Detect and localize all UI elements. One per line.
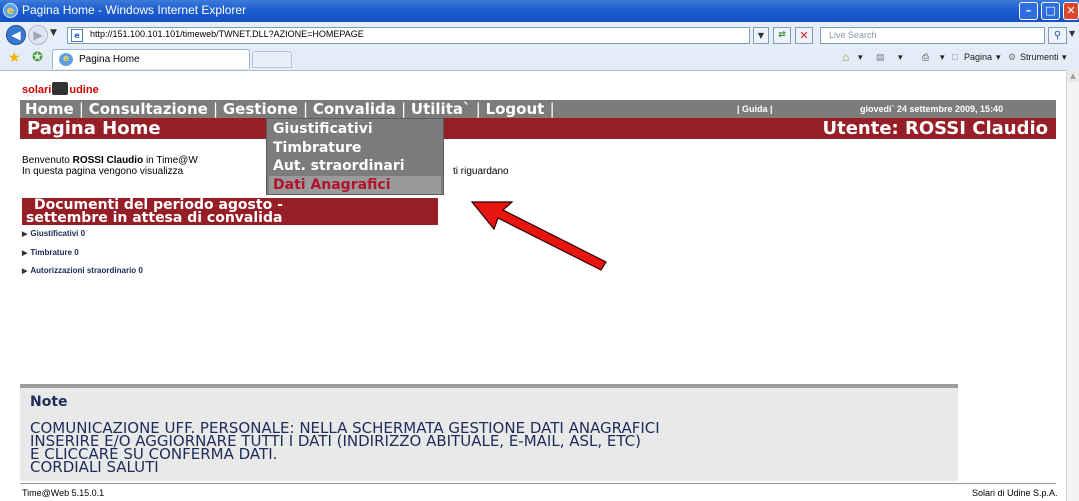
search-input[interactable]: Live Search [820, 27, 1045, 44]
note-body: COMUNICAZIONE UFF. PERSONALE: NELLA SCHE… [30, 419, 660, 476]
favorites-star-icon[interactable]: ★ [8, 50, 21, 66]
gear-icon: ⚙ [1008, 52, 1017, 62]
user-label: Utente: ROSSI Claudio [822, 118, 1048, 139]
welcome-text-line2: In questa pagina vengono visualizza [22, 166, 184, 177]
pending-documents-header: Documenti del periodo agosto - settembre… [22, 198, 438, 225]
new-tab-button[interactable] [252, 51, 292, 68]
address-bar[interactable]: e http://151.100.101.101/timeweb/TWNET.D… [67, 27, 750, 44]
vertical-scrollbar[interactable] [1066, 70, 1079, 501]
forward-button[interactable]: ▶ [28, 25, 48, 45]
menu-consultazione[interactable]: Consultazione [89, 100, 208, 118]
history-dropdown-icon[interactable]: ▼ [50, 28, 57, 38]
menu-logout[interactable]: Logout [486, 100, 545, 118]
address-dropdown-icon[interactable]: ▼ [753, 27, 769, 44]
footer-version: Time@Web 5.15.0.1 [22, 488, 105, 498]
tab-label: Pagina Home [79, 54, 140, 65]
link-giustificativi[interactable]: ▶ Giustificativi 0 [22, 229, 85, 238]
menu-convalida[interactable]: Convalida [313, 100, 396, 118]
menu-home[interactable]: Home [25, 100, 74, 118]
page-dropdown-icon[interactable]: ▾ [996, 52, 1001, 63]
triangle-right-icon: ▶ [22, 231, 28, 238]
red-arrow-annotation [470, 201, 607, 271]
note-box: Note COMUNICAZIONE UFF. PERSONALE: NELLA… [20, 388, 958, 481]
footer-divider [20, 483, 1056, 484]
triangle-right-icon: ▶ [22, 250, 28, 257]
print-dropdown-icon[interactable]: ▾ [940, 52, 945, 63]
close-button[interactable]: ✕ [1063, 2, 1079, 20]
link-autorizzazioni-straordinario[interactable]: ▶ Autorizzazioni straordinario 0 [22, 266, 143, 275]
page-header: Pagina Home Utente: ROSSI Claudio [20, 118, 1056, 139]
add-favorite-icon[interactable]: ✪ [32, 50, 43, 65]
address-url: http://151.100.101.101/timeweb/TWNET.DLL… [90, 29, 364, 39]
gestione-dropdown-menu: Giustificativi Timbrature Aut. straordin… [266, 118, 444, 195]
pending-documents-title-2: settembre in attesa di convalida [26, 210, 283, 226]
ie-logo-icon: e [3, 3, 18, 18]
back-button[interactable]: ◀ [6, 25, 26, 45]
search-dropdown-icon[interactable]: ▼ [1069, 29, 1075, 38]
refresh-button[interactable]: ⇄ [773, 27, 791, 44]
page-menu-icon: □ [952, 52, 958, 62]
maximize-button[interactable]: □ [1041, 2, 1060, 20]
scroll-up-icon[interactable]: ▲ [1067, 70, 1079, 82]
dropdown-item-giustificativi[interactable]: Giustificativi [273, 120, 373, 138]
menu-items: Home | Consultazione | Gestione | Conval… [25, 100, 555, 118]
dropdown-item-timbrature[interactable]: Timbrature [273, 139, 361, 157]
search-icon[interactable]: ⚲ [1048, 27, 1067, 44]
guida-link[interactable]: | Guida | [737, 104, 773, 114]
page-menu[interactable]: Pagina [964, 52, 992, 62]
link-timbrature[interactable]: ▶ Timbrature 0 [22, 248, 79, 257]
tab-pagina-home[interactable]: e Pagina Home [52, 49, 250, 69]
tools-menu[interactable]: Strumenti [1020, 52, 1059, 62]
window-title-bar[interactable]: e Pagina Home - Windows Internet Explore… [0, 0, 1079, 22]
feeds-icon[interactable]: ▤ [876, 52, 885, 63]
note-title: Note [30, 394, 68, 410]
date-time: giovedi` 24 settembre 2009, 15:40 [860, 104, 1004, 114]
feeds-dropdown-icon[interactable]: ▾ [898, 52, 903, 63]
minimize-button[interactable]: – [1019, 2, 1038, 20]
welcome-text: Benvenuto ROSSI Claudio in Time@W [22, 155, 198, 166]
triangle-right-icon: ▶ [22, 268, 28, 275]
menu-utilita[interactable]: Utilita` [411, 100, 471, 118]
page-icon: e [71, 29, 83, 42]
home-icon[interactable]: ⌂ [842, 50, 849, 64]
print-icon[interactable]: ⎙ [922, 52, 929, 63]
window-title: Pagina Home - Windows Internet Explorer [22, 3, 247, 17]
dropdown-item-aut-straordinari[interactable]: Aut. straordinari [273, 157, 405, 175]
tools-dropdown-icon[interactable]: ▾ [1062, 52, 1067, 63]
home-dropdown-icon[interactable]: ▾ [858, 52, 863, 63]
welcome-text-tail: ti riguardano [453, 166, 509, 177]
logo-icon [52, 82, 69, 95]
ie-tab-icon: e [59, 53, 73, 66]
main-menu: Home | Consultazione | Gestione | Conval… [20, 100, 1056, 118]
user-name: ROSSI Claudio [72, 155, 144, 166]
dropdown-item-dati-anagrafici[interactable]: Dati Anagrafici [273, 176, 391, 194]
footer-company: Solari di Udine S.p.A. [972, 488, 1058, 498]
page-title: Pagina Home [27, 118, 161, 139]
solari-udine-logo: solari udine [22, 82, 99, 96]
stop-button[interactable]: ✕ [795, 27, 813, 44]
menu-gestione[interactable]: Gestione [223, 100, 298, 118]
